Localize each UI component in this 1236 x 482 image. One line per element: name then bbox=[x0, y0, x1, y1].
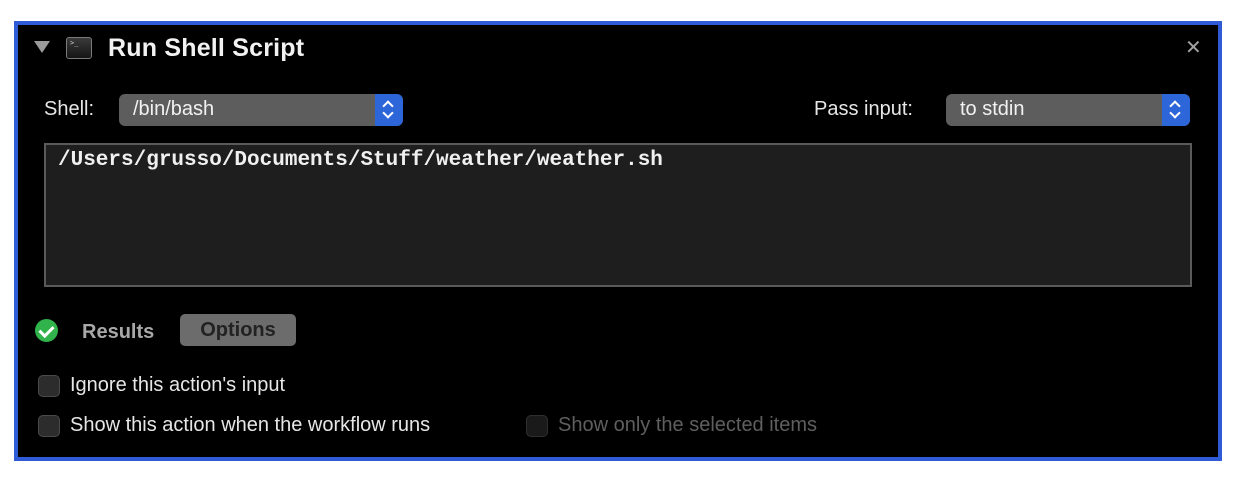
tab-results[interactable]: Results bbox=[82, 321, 154, 344]
ignore-input-checkbox[interactable] bbox=[38, 375, 60, 397]
shell-popup-value: /bin/bash bbox=[133, 98, 215, 120]
pass-input-popup[interactable]: to stdin bbox=[946, 94, 1190, 126]
popup-arrows-icon bbox=[375, 94, 403, 126]
shell-popup[interactable]: /bin/bash bbox=[119, 94, 403, 126]
run-shell-script-action: >_ Run Shell Script ✕ Shell: /bin/bash P… bbox=[14, 21, 1222, 461]
terminal-icon: >_ bbox=[66, 37, 92, 59]
show-only-selected-checkbox bbox=[526, 415, 548, 437]
pass-input-popup-value: to stdin bbox=[960, 98, 1025, 120]
close-icon[interactable]: ✕ bbox=[1185, 36, 1202, 60]
show-when-runs-checkbox[interactable] bbox=[38, 415, 60, 437]
popup-arrows-icon bbox=[1162, 94, 1190, 126]
tab-options[interactable]: Options bbox=[180, 314, 296, 346]
show-only-selected-label: Show only the selected items bbox=[558, 414, 818, 436]
disclosure-triangle-icon[interactable] bbox=[34, 41, 50, 53]
ignore-input-label: Ignore this action's input bbox=[70, 374, 286, 396]
script-editor[interactable]: /Users/grusso/Documents/Stuff/weather/we… bbox=[44, 143, 1192, 287]
action-title: Run Shell Script bbox=[108, 34, 305, 62]
show-when-runs-label: Show this action when the workflow runs bbox=[70, 414, 431, 436]
shell-label: Shell: bbox=[44, 98, 95, 120]
pass-input-label: Pass input: bbox=[814, 98, 913, 120]
success-check-icon bbox=[35, 319, 58, 342]
